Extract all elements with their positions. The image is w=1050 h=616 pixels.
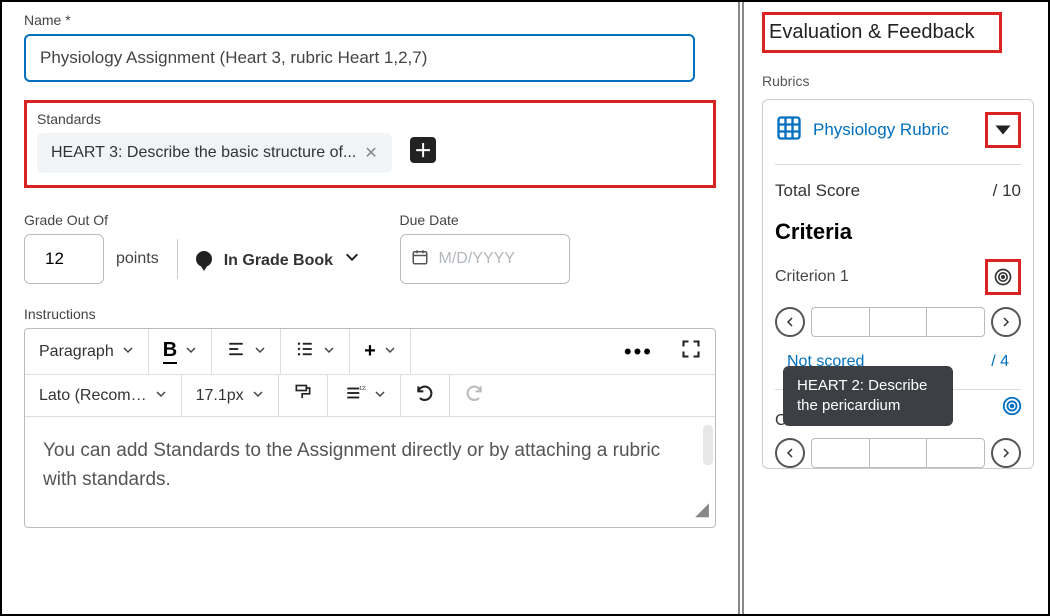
scale-next-button[interactable] (991, 307, 1021, 337)
criterion-2-scale (775, 438, 1021, 468)
rich-text-editor: Paragraph B + ••• Lato (Recom… 17.1px 12… (24, 328, 716, 528)
chevron-down-icon (323, 343, 335, 361)
points-text: points (116, 250, 159, 268)
fontsize-dropdown[interactable]: 17.1px (182, 375, 279, 416)
scale-prev-button[interactable] (775, 307, 805, 337)
rubric-grid-icon (775, 114, 803, 147)
lineheight-button[interactable]: 123 (328, 375, 401, 416)
standard-tooltip: HEART 2: Describe the pericardium (783, 366, 953, 427)
separator (177, 239, 178, 279)
chevron-down-icon (374, 387, 386, 405)
paint-icon (293, 383, 313, 408)
chevron-down-icon (252, 387, 264, 405)
redo-icon (464, 383, 484, 408)
rubric-card: Physiology Rubric Total Score / 10 Crite… (762, 99, 1034, 469)
plus-icon: + (364, 340, 376, 363)
chevron-down-icon (384, 343, 396, 361)
resize-grip-icon[interactable]: ◢ (695, 496, 709, 523)
standard-tag[interactable]: HEART 3: Describe the basic structure of… (37, 133, 392, 173)
evaluation-title: Evaluation & Feedback (762, 12, 1002, 53)
criteria-heading: Criteria (775, 219, 1021, 245)
bold-dropdown[interactable]: B (149, 329, 212, 374)
scale-segments[interactable] (811, 438, 985, 468)
undo-button[interactable] (401, 375, 450, 416)
name-input[interactable] (24, 34, 695, 82)
chevron-down-icon (155, 387, 167, 405)
standard-tag-text: HEART 3: Describe the basic structure of… (51, 144, 356, 162)
standards-section: Standards HEART 3: Describe the basic st… (24, 100, 716, 188)
name-label: Name * (24, 12, 716, 28)
editor-body[interactable]: You can add Standards to the Assignment … (25, 417, 715, 527)
due-placeholder: M/D/YYYY (439, 250, 515, 268)
dots-icon: ••• (624, 339, 653, 365)
fullscreen-button[interactable] (667, 329, 715, 374)
format-paint-button[interactable] (279, 375, 328, 416)
criterion-2-standard-icon[interactable] (1001, 395, 1023, 422)
ribbon-icon (196, 251, 212, 267)
standards-label: Standards (37, 111, 703, 127)
editor-toolbar-1: Paragraph B + ••• (25, 329, 715, 375)
grade-input[interactable] (24, 234, 104, 284)
list-dropdown[interactable] (281, 329, 350, 374)
criterion-standard-button[interactable] (985, 259, 1021, 295)
more-button[interactable]: ••• (610, 329, 667, 374)
total-score-row: Total Score / 10 (775, 181, 1021, 201)
bold-icon: B (163, 339, 177, 364)
remove-standard-icon[interactable]: ✕ (364, 143, 377, 163)
criterion-1-scale (775, 307, 1021, 337)
list-icon (295, 340, 315, 363)
editor-toolbar-2: Lato (Recom… 17.1px 123 (25, 375, 715, 417)
font-dropdown[interactable]: Lato (Recom… (25, 375, 182, 416)
chevron-down-icon (254, 343, 266, 361)
scale-segments[interactable] (811, 307, 985, 337)
scale-next-button[interactable] (991, 438, 1021, 468)
svg-text:123: 123 (359, 386, 366, 392)
chevron-down-icon (185, 343, 197, 361)
add-standard-button[interactable]: ＋ (410, 137, 436, 163)
due-date-input[interactable]: M/D/YYYY (400, 234, 570, 284)
assignment-form: Name * Standards HEART 3: Describe the b… (2, 2, 738, 614)
criterion-1-label: Criterion 1 (775, 268, 849, 286)
chevron-down-icon (122, 343, 134, 361)
criterion-max: / 4 (991, 353, 1009, 371)
insert-dropdown[interactable]: + (350, 329, 411, 374)
rubrics-label: Rubrics (762, 73, 1034, 89)
lineheight-icon: 123 (342, 384, 366, 407)
undo-icon (415, 383, 435, 408)
expand-rubric-button[interactable] (985, 112, 1021, 148)
expand-icon (681, 339, 701, 364)
grade-due-row: Grade Out Of points In Grade Book Due Da… (24, 202, 716, 284)
redo-button[interactable] (450, 375, 498, 416)
align-icon (226, 340, 246, 363)
paragraph-dropdown[interactable]: Paragraph (25, 329, 149, 374)
instructions-label: Instructions (24, 306, 716, 322)
chevron-down-icon (344, 249, 360, 270)
evaluation-panel: Evaluation & Feedback Rubrics Physiology… (738, 2, 1048, 614)
due-label: Due Date (400, 212, 570, 228)
gradebook-toggle[interactable]: In Grade Book (224, 249, 360, 270)
scrollbar[interactable] (703, 425, 713, 465)
align-dropdown[interactable] (212, 329, 281, 374)
grade-label: Grade Out Of (24, 212, 360, 228)
rubric-name-link[interactable]: Physiology Rubric (813, 120, 949, 140)
scale-prev-button[interactable] (775, 438, 805, 468)
calendar-icon (411, 248, 429, 271)
